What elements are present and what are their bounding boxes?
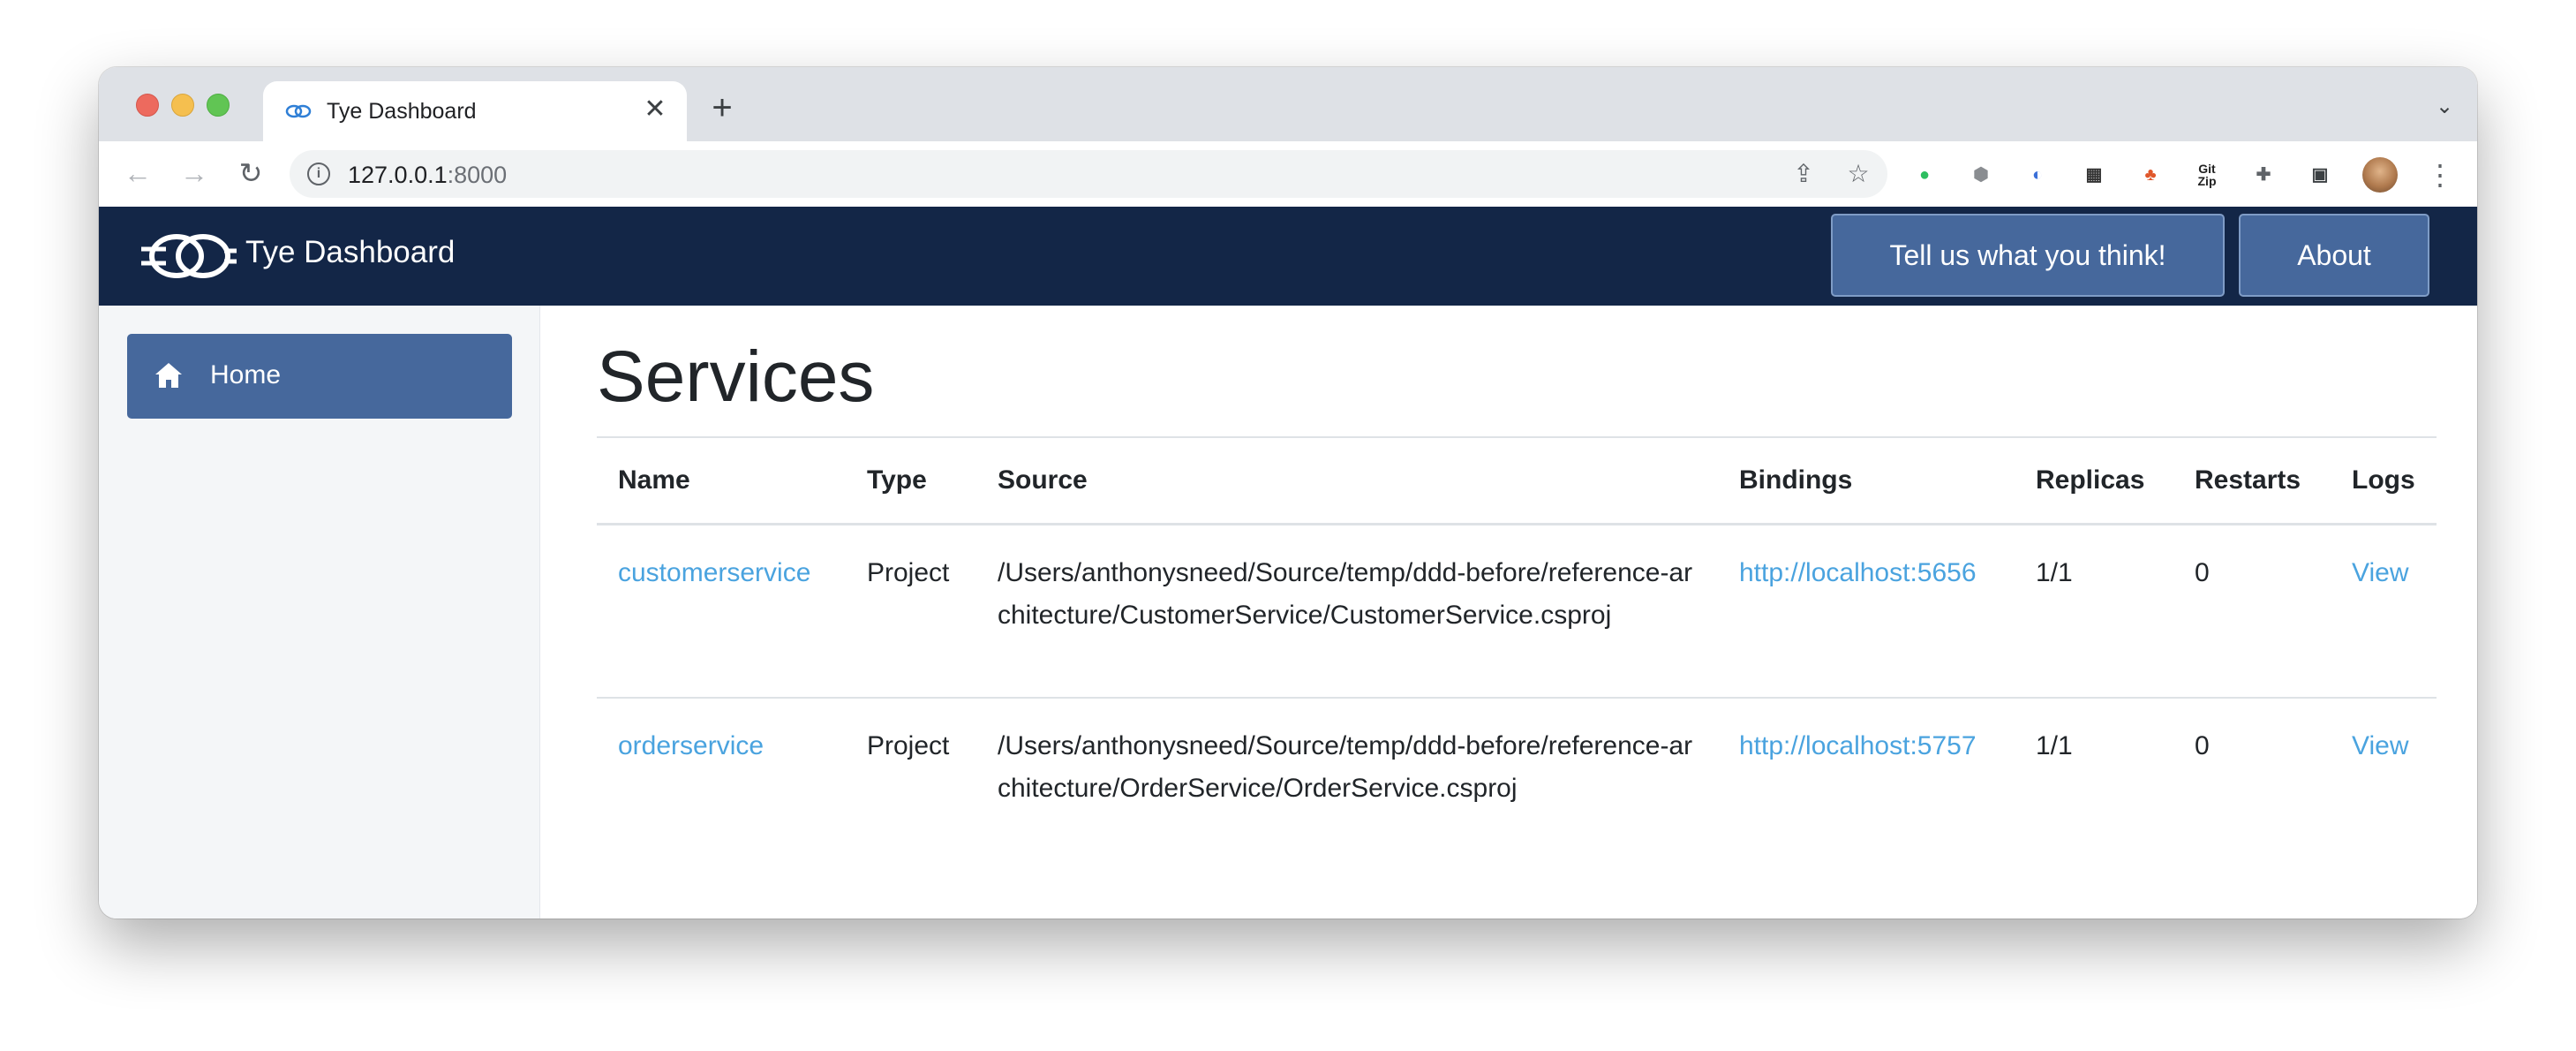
url-text[interactable]: 127.0.0.1:8000 bbox=[348, 162, 507, 189]
tab-close-icon[interactable]: ✕ bbox=[639, 94, 671, 125]
sidebar: Home bbox=[99, 306, 540, 919]
tye-favicon-icon bbox=[285, 104, 312, 118]
service-name-link[interactable]: orderservice bbox=[618, 731, 764, 760]
browser-window: Tye Dashboard ✕ + ⌄ ← → ↻ i 127.0.0.1:80… bbox=[99, 67, 2477, 919]
profile-avatar[interactable] bbox=[2362, 157, 2398, 193]
home-icon bbox=[155, 363, 182, 388]
feedback-button[interactable]: Tell us what you think! bbox=[1831, 214, 2225, 297]
brand-title[interactable]: Tye Dashboard bbox=[245, 235, 455, 270]
url-port: :8000 bbox=[447, 162, 508, 188]
service-logs-link[interactable]: View bbox=[2352, 731, 2408, 760]
extensions-puzzle-icon[interactable]: ✚ bbox=[2249, 161, 2278, 189]
minimize-window-button[interactable] bbox=[171, 94, 194, 117]
service-source: /Users/anthonysneed/Source/temp/ddd-befo… bbox=[998, 730, 1693, 803]
column-header-restarts: Restarts bbox=[2173, 436, 2331, 526]
service-type: Project bbox=[846, 524, 976, 699]
reload-icon[interactable]: ↻ bbox=[233, 155, 268, 191]
sidebar-item-home[interactable]: Home bbox=[127, 334, 512, 419]
service-binding-link[interactable]: http://localhost:5757 bbox=[1739, 731, 1977, 760]
gitzip-extension-icon[interactable]: Git Zip bbox=[2193, 161, 2221, 191]
side-panel-icon[interactable]: ▣ bbox=[2306, 161, 2334, 189]
tab-title: Tye Dashboard bbox=[327, 99, 477, 124]
bookmark-star-icon[interactable]: ☆ bbox=[1845, 161, 1872, 187]
tye-logo-icon bbox=[141, 234, 237, 278]
address-bar[interactable]: i 127.0.0.1:8000 ⇪ ☆ bbox=[290, 150, 1887, 198]
column-header-replicas: Replicas bbox=[2015, 436, 2173, 526]
service-binding-link[interactable]: http://localhost:5656 bbox=[1739, 558, 1977, 587]
column-header-name: Name bbox=[597, 436, 846, 526]
qr-code-extension-icon[interactable]: ▦ bbox=[2080, 161, 2108, 189]
service-replicas: 1/1 bbox=[2036, 730, 2073, 760]
people-extension-icon[interactable]: ♣ bbox=[2136, 161, 2165, 189]
column-header-type: Type bbox=[846, 436, 976, 526]
url-host: 127.0.0.1 bbox=[348, 162, 448, 188]
service-name-link[interactable]: customerservice bbox=[618, 558, 810, 587]
about-button[interactable]: About bbox=[2239, 214, 2429, 297]
browser-toolbar: ← → ↻ i 127.0.0.1:8000 ⇪ ☆ ● ⬢ ◐ ▦ ♣ Git… bbox=[99, 141, 2477, 208]
tab-strip: Tye Dashboard ✕ + ⌄ bbox=[99, 67, 2477, 141]
new-tab-icon[interactable]: + bbox=[704, 90, 740, 125]
service-logs-link[interactable]: View bbox=[2352, 558, 2408, 587]
close-window-button[interactable] bbox=[136, 94, 159, 117]
main-content: Services Name Type Source Bindings Repli… bbox=[540, 306, 2477, 919]
sidebar-item-label: Home bbox=[210, 360, 282, 389]
table-row: customerservice Project /Users/anthonysn… bbox=[597, 524, 2437, 699]
browser-menu-icon[interactable]: ⋮ bbox=[2426, 157, 2454, 193]
service-source: /Users/anthonysneed/Source/temp/ddd-befo… bbox=[976, 524, 1718, 699]
evernote-extension-icon[interactable]: ● bbox=[1910, 161, 1939, 189]
page-title: Services bbox=[597, 336, 875, 417]
column-header-source: Source bbox=[976, 436, 1718, 526]
services-table: Name Type Source Bindings Replicas Resta… bbox=[597, 436, 2437, 810]
browser-tab[interactable]: Tye Dashboard ✕ bbox=[263, 81, 687, 141]
column-header-logs: Logs bbox=[2331, 436, 2437, 526]
share-icon[interactable]: ⇪ bbox=[1790, 161, 1817, 187]
tab-search-chevron-icon[interactable]: ⌄ bbox=[2431, 94, 2458, 120]
forward-arrow-icon[interactable]: → bbox=[177, 155, 212, 191]
maximize-window-button[interactable] bbox=[207, 94, 230, 117]
column-header-bindings: Bindings bbox=[1718, 436, 2015, 526]
service-restarts: 0 bbox=[2195, 730, 2210, 760]
vpn-extension-icon[interactable]: ◐ bbox=[2023, 161, 2052, 189]
site-info-icon[interactable]: i bbox=[307, 163, 330, 185]
service-type: Project bbox=[867, 730, 950, 760]
service-restarts: 0 bbox=[2173, 524, 2331, 699]
table-header-row: Name Type Source Bindings Replicas Resta… bbox=[597, 436, 2437, 526]
shield-extension-icon[interactable]: ⬢ bbox=[1967, 161, 1995, 189]
service-replicas: 1/1 bbox=[2015, 524, 2173, 699]
app-header: Tye Dashboard Tell us what you think! Ab… bbox=[99, 207, 2477, 306]
table-row: orderservice Project /Users/anthonysneed… bbox=[597, 698, 2437, 810]
back-arrow-icon[interactable]: ← bbox=[120, 155, 155, 191]
